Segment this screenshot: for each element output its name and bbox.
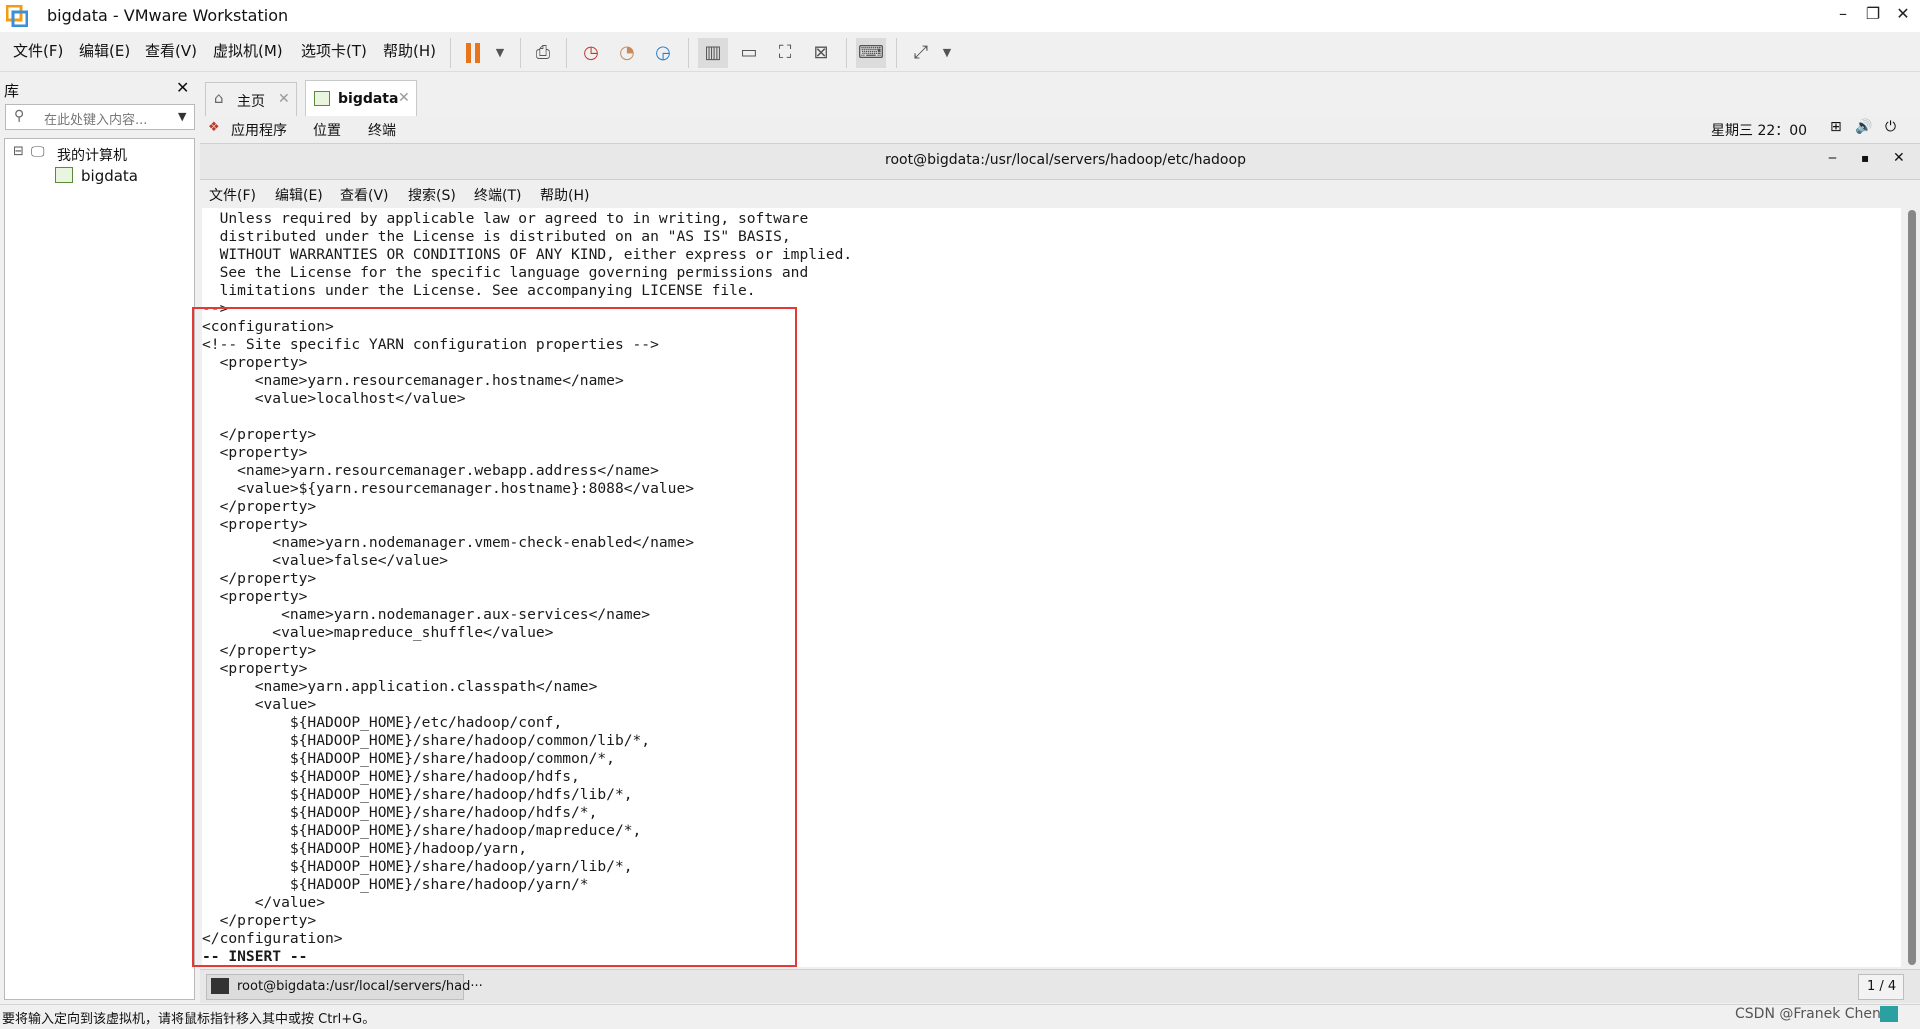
gnome-terminal-menu[interactable]: 终端	[368, 120, 396, 140]
toolbar-separator	[846, 38, 847, 68]
tree-item-bigdata[interactable]: bigdata	[81, 167, 138, 185]
status-message: 要将输入定向到该虚拟机，请将鼠标指针移入其中或按 Ctrl+G。	[2, 1012, 376, 1027]
revert-snapshot-icon[interactable]: ◔	[612, 38, 642, 68]
minimize-button[interactable]: –	[1829, 0, 1857, 28]
search-icon: ⚲	[14, 108, 25, 124]
network-icon[interactable]: ⊞	[1830, 119, 1842, 135]
library-close-icon[interactable]: ✕	[176, 78, 189, 97]
toolbar-separator	[896, 38, 897, 68]
gnome-apps-menu[interactable]: 应用程序	[231, 120, 287, 140]
menu-file[interactable]: 文件(F)	[13, 40, 63, 61]
terminal-line: limitations under the License. See accom…	[202, 282, 756, 299]
terminal-menu-search[interactable]: 搜索(S)	[408, 185, 456, 205]
thumbnail-bar-icon[interactable]: ▭	[734, 38, 764, 68]
unity-icon[interactable]: ⊠	[806, 38, 836, 68]
terminal-line: See the License for the specific languag…	[202, 264, 809, 281]
window-title: bigdata - VMware Workstation	[47, 6, 289, 25]
menu-help[interactable]: 帮助(H)	[383, 40, 436, 61]
snapshot-manager-icon[interactable]: ◶	[648, 38, 678, 68]
send-ctrl-alt-del-icon[interactable]: ⎙	[528, 38, 558, 68]
gnome-places-menu[interactable]: 位置	[313, 120, 341, 140]
toolbar-separator	[688, 38, 689, 68]
terminal-scroll-thumb[interactable]	[1908, 210, 1916, 965]
terminal-line: Unless required by applicable law or agr…	[202, 210, 809, 227]
workspace-pager-label: 1 / 4	[1867, 979, 1897, 994]
terminal-close-icon[interactable]: ✕	[1893, 150, 1905, 166]
terminal-minimize-icon[interactable]: ‒	[1828, 150, 1837, 166]
terminal-menu-view[interactable]: 查看(V)	[340, 185, 389, 205]
tab-bigdata-close-icon[interactable]: ✕	[398, 90, 410, 106]
stretch-dropdown-icon[interactable]: ▼	[932, 38, 962, 68]
terminal-maximize-icon[interactable]: ▪	[1861, 151, 1869, 165]
computer-icon: 🖵	[31, 144, 45, 160]
gnome-clock[interactable]: 星期三 22：00	[1711, 120, 1807, 140]
home-icon: ⌂	[214, 89, 224, 107]
snapshot-icon[interactable]: ◷	[576, 38, 606, 68]
terminal-icon	[211, 978, 229, 994]
power-icon[interactable]: ⏻	[1885, 119, 1896, 135]
terminal-menubar	[200, 180, 1920, 208]
watermark: CSDN @Franek Chen	[1735, 1006, 1881, 1022]
tab-home-close-icon[interactable]: ✕	[278, 91, 290, 107]
highlight-box	[192, 307, 797, 967]
toolbar-separator	[520, 38, 521, 68]
vmware-app-icon	[5, 4, 29, 28]
terminal-line: distributed under the License is distrib…	[202, 228, 791, 245]
toolbar-separator	[566, 38, 567, 68]
guest-top-panel	[200, 116, 1920, 144]
tab-home[interactable]: ⌂ 主页 ✕	[205, 82, 297, 116]
library-title: 库	[4, 82, 20, 100]
menu-vm[interactable]: 虚拟机(M)	[213, 40, 283, 61]
show-library-icon[interactable]: ▥	[698, 38, 728, 68]
gnome-apps-icon: ❖	[208, 120, 220, 135]
full-screen-icon[interactable]: ⛶	[770, 38, 800, 68]
console-view-icon[interactable]: ⌨	[856, 38, 886, 68]
menu-tabs[interactable]: 选项卡(T)	[301, 40, 367, 61]
tree-item-my-computer[interactable]: 我的计算机	[57, 145, 127, 165]
tab-strip	[200, 74, 1920, 118]
vm-tab-icon	[314, 91, 330, 106]
tab-bigdata-label: bigdata	[338, 91, 399, 107]
workspace-pager[interactable]: 1 / 4	[1858, 974, 1904, 1000]
vm-status-icon[interactable]	[1880, 1006, 1898, 1022]
toolbar-separator	[450, 38, 451, 68]
pause-dropdown-icon[interactable]: ▼	[485, 38, 515, 68]
terminal-menu-terminal[interactable]: 终端(T)	[474, 185, 521, 205]
volume-icon[interactable]: 🔊	[1855, 119, 1872, 135]
terminal-line: WITHOUT WARRANTIES OR CONDITIONS OF ANY …	[202, 246, 853, 263]
close-button[interactable]: ✕	[1889, 0, 1917, 28]
tab-home-label: 主页	[237, 94, 265, 110]
terminal-menu-help[interactable]: 帮助(H)	[540, 185, 589, 205]
vm-icon	[55, 167, 73, 183]
menu-view[interactable]: 查看(V)	[145, 40, 197, 61]
taskbar-terminal-item[interactable]: root@bigdata:/usr/local/servers/had···	[206, 974, 483, 1000]
library-search-input[interactable]: ⚲ 在此处键入内容... ▼	[5, 104, 195, 130]
terminal-title: root@bigdata:/usr/local/servers/hadoop/e…	[885, 152, 1246, 168]
terminal-menu-edit[interactable]: 编辑(E)	[275, 185, 323, 205]
tab-bigdata[interactable]: bigdata ✕	[305, 80, 417, 116]
search-dropdown-icon[interactable]: ▼	[178, 110, 186, 123]
tree-expander-icon[interactable]: ⊟	[13, 144, 24, 159]
taskbar-terminal-label: root@bigdata:/usr/local/servers/had···	[237, 979, 483, 994]
restore-button[interactable]: ❐	[1859, 0, 1887, 28]
menu-edit[interactable]: 编辑(E)	[79, 40, 130, 61]
library-tree: ⊟ 🖵 我的计算机 bigdata	[4, 138, 195, 1000]
terminal-menu-file[interactable]: 文件(F)	[209, 185, 256, 205]
search-placeholder: 在此处键入内容...	[44, 113, 148, 128]
